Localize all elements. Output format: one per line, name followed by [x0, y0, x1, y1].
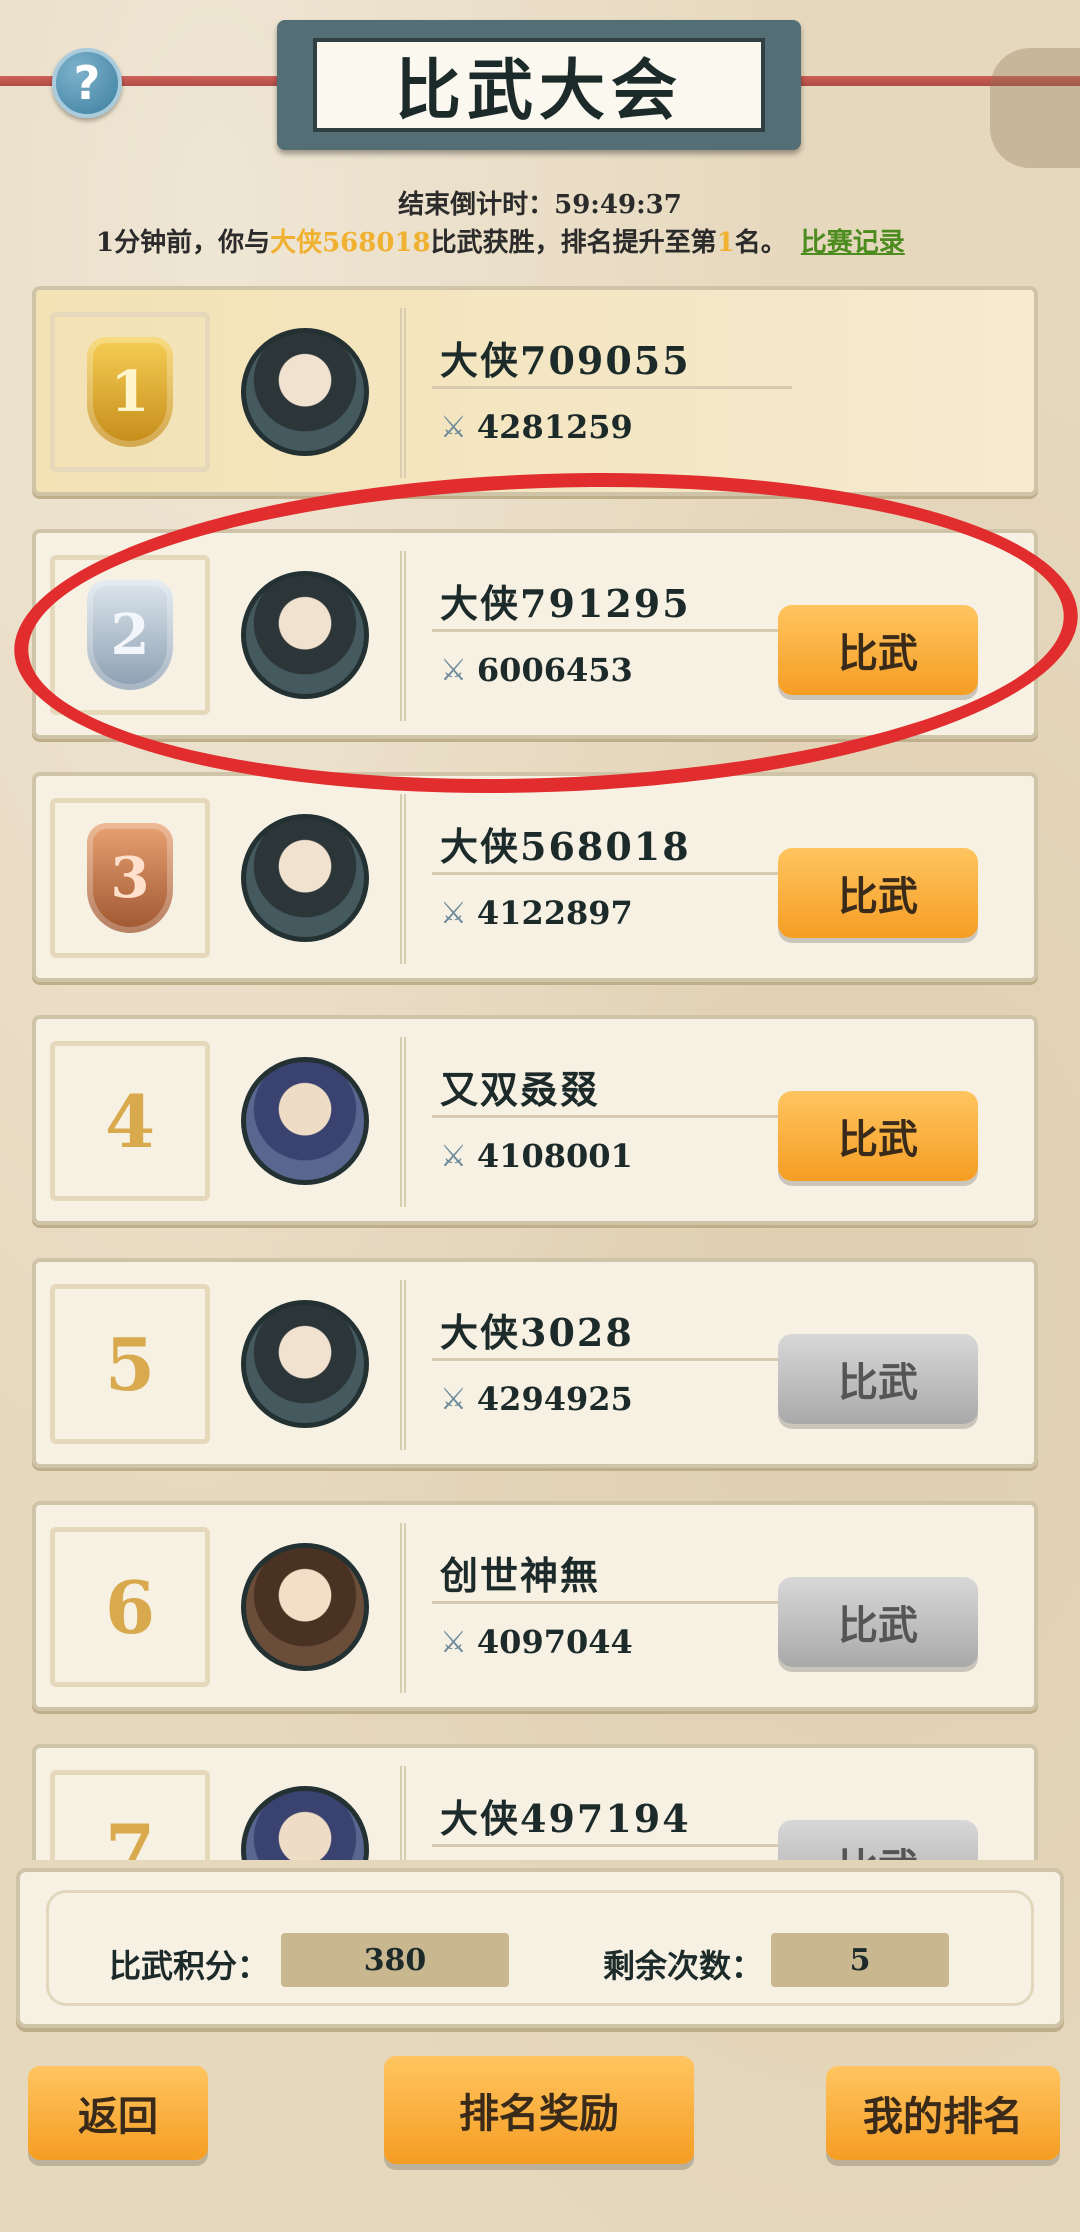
bronze-medal-icon: 3 — [87, 823, 173, 933]
power-value: 4294925 — [476, 1380, 633, 1418]
player-info: 又双叒叕 ⚔ 4108001 比武 — [400, 1037, 1020, 1207]
rank-number: 7 — [104, 1807, 156, 1861]
page-title: 比武大会 — [395, 51, 683, 129]
crossed-swords-icon: ⚔ — [440, 895, 467, 931]
cloud-decoration — [990, 48, 1080, 168]
rank-box: 6 — [50, 1527, 210, 1687]
back-button[interactable]: 返回 — [28, 2066, 208, 2160]
player-info: 大侠568018 ⚔ 4122897 比武 — [400, 794, 1020, 964]
avatar[interactable] — [241, 1300, 369, 1428]
divider — [432, 386, 792, 389]
player-name: 大侠3028 — [440, 1310, 634, 1355]
player-info: 大侠497194 比武 — [400, 1766, 1020, 1860]
challenge-button-disabled[interactable]: 比武 — [778, 1820, 978, 1860]
stats-panel: 比武积分： 380 剩余次数： 5 — [16, 1868, 1064, 2028]
crossed-swords-icon: ⚔ — [440, 1624, 467, 1660]
rank-box: 7 — [50, 1770, 210, 1860]
countdown-text: 结束倒计时：59:49:37 — [398, 190, 682, 220]
divider — [432, 1844, 792, 1847]
combat-power: ⚔ 4122897 — [440, 894, 633, 932]
player-name: 又双叒叕 — [440, 1067, 601, 1112]
ranking-row: 2 大侠791295 ⚔ 6006453 比武 — [32, 529, 1038, 739]
combat-power: ⚔ 4281259 — [440, 408, 633, 446]
help-button[interactable]: ? — [52, 48, 122, 118]
ranking-list[interactable]: 1 大侠709055 ⚔ 4281259 2 大侠791295 ⚔ 600645… — [32, 286, 1038, 1860]
player-info: 大侠791295 ⚔ 6006453 比武 — [400, 551, 1020, 721]
power-value: 6006453 — [476, 651, 633, 689]
score-value: 380 — [281, 1933, 509, 1987]
combat-power: ⚔ 4097044 — [440, 1623, 633, 1661]
rank-box: 5 — [50, 1284, 210, 1444]
divider — [432, 872, 792, 875]
avatar[interactable] — [241, 1543, 369, 1671]
silver-medal-icon: 2 — [87, 580, 173, 690]
player-info: 大侠3028 ⚔ 4294925 比武 — [400, 1280, 1020, 1450]
avatar[interactable] — [241, 1057, 369, 1185]
challenge-button-disabled[interactable]: 比武 — [778, 1577, 978, 1667]
player-name: 大侠791295 — [440, 581, 691, 626]
avatar[interactable] — [241, 814, 369, 942]
player-info: 创世神無 ⚔ 4097044 比武 — [400, 1523, 1020, 1693]
remaining-value: 5 — [771, 1933, 949, 1987]
rank-number: 4 — [104, 1078, 156, 1164]
crossed-swords-icon: ⚔ — [440, 1138, 467, 1174]
crossed-swords-icon: ⚔ — [440, 409, 467, 445]
rank-number: 6 — [104, 1564, 156, 1650]
my-rank-button[interactable]: 我的排名 — [826, 2066, 1060, 2160]
ranking-row: 6 创世神無 ⚔ 4097044 比武 — [32, 1501, 1038, 1711]
remaining-label: 剩余次数： — [603, 1947, 764, 1985]
divider — [432, 629, 792, 632]
power-value: 4281259 — [476, 408, 633, 446]
player-name: 大侠568018 — [440, 824, 691, 869]
ranking-row: 4 又双叒叕 ⚔ 4108001 比武 — [32, 1015, 1038, 1225]
divider — [432, 1358, 792, 1361]
notice-rank: 1 — [716, 228, 735, 258]
avatar[interactable] — [241, 1786, 369, 1860]
gold-medal-icon: 1 — [87, 337, 173, 447]
battle-notice: 1分钟前，你与大侠568018比武获胜，排名提升至第1名。 比赛记录 — [96, 222, 996, 259]
challenge-button[interactable]: 比武 — [778, 848, 978, 938]
divider — [432, 1601, 792, 1604]
ranking-row: 3 大侠568018 ⚔ 4122897 比武 — [32, 772, 1038, 982]
notice-suffix: 名。 — [734, 228, 787, 258]
rank-box: 3 — [50, 798, 210, 958]
player-name: 大侠497194 — [440, 1796, 691, 1841]
combat-power: ⚔ 4108001 — [440, 1137, 633, 1175]
battle-record-link[interactable]: 比赛记录 — [801, 228, 905, 258]
stats-frame: 比武积分： 380 剩余次数： 5 — [46, 1890, 1034, 2006]
avatar[interactable] — [241, 571, 369, 699]
power-value: 4097044 — [476, 1623, 633, 1661]
question-mark-icon: ? — [73, 56, 101, 110]
ranking-row: 5 大侠3028 ⚔ 4294925 比武 — [32, 1258, 1038, 1468]
notice-opponent-name: 大侠568018 — [270, 228, 431, 258]
notice-middle: 比武获胜，排名提升至第 — [430, 228, 717, 258]
rank-reward-button[interactable]: 排名奖励 — [384, 2056, 694, 2164]
challenge-button-disabled[interactable]: 比武 — [778, 1334, 978, 1424]
combat-power: ⚔ 4294925 — [440, 1380, 633, 1418]
score-label: 比武积分： — [109, 1947, 270, 1985]
ranking-row: 7 大侠497194 比武 — [32, 1744, 1038, 1860]
title-plate: 比武大会 — [277, 20, 801, 150]
challenge-button[interactable]: 比武 — [778, 605, 978, 695]
divider — [432, 1115, 792, 1118]
rank-box: 2 — [50, 555, 210, 715]
challenge-button[interactable]: 比武 — [778, 1091, 978, 1181]
rank-box: 4 — [50, 1041, 210, 1201]
power-value: 4108001 — [476, 1137, 633, 1175]
player-name: 创世神無 — [440, 1553, 601, 1598]
avatar[interactable] — [241, 328, 369, 456]
notice-prefix: 1分钟前，你与 — [96, 228, 271, 258]
rank-number: 5 — [104, 1321, 156, 1407]
power-value: 4122897 — [476, 894, 633, 932]
player-info: 大侠709055 ⚔ 4281259 — [400, 308, 1020, 478]
combat-power: ⚔ 6006453 — [440, 651, 633, 689]
title-frame: 比武大会 — [313, 38, 765, 132]
crossed-swords-icon: ⚔ — [440, 652, 467, 688]
player-name: 大侠709055 — [440, 338, 691, 383]
ranking-row: 1 大侠709055 ⚔ 4281259 — [32, 286, 1038, 496]
rank-box: 1 — [50, 312, 210, 472]
crossed-swords-icon: ⚔ — [440, 1381, 467, 1417]
